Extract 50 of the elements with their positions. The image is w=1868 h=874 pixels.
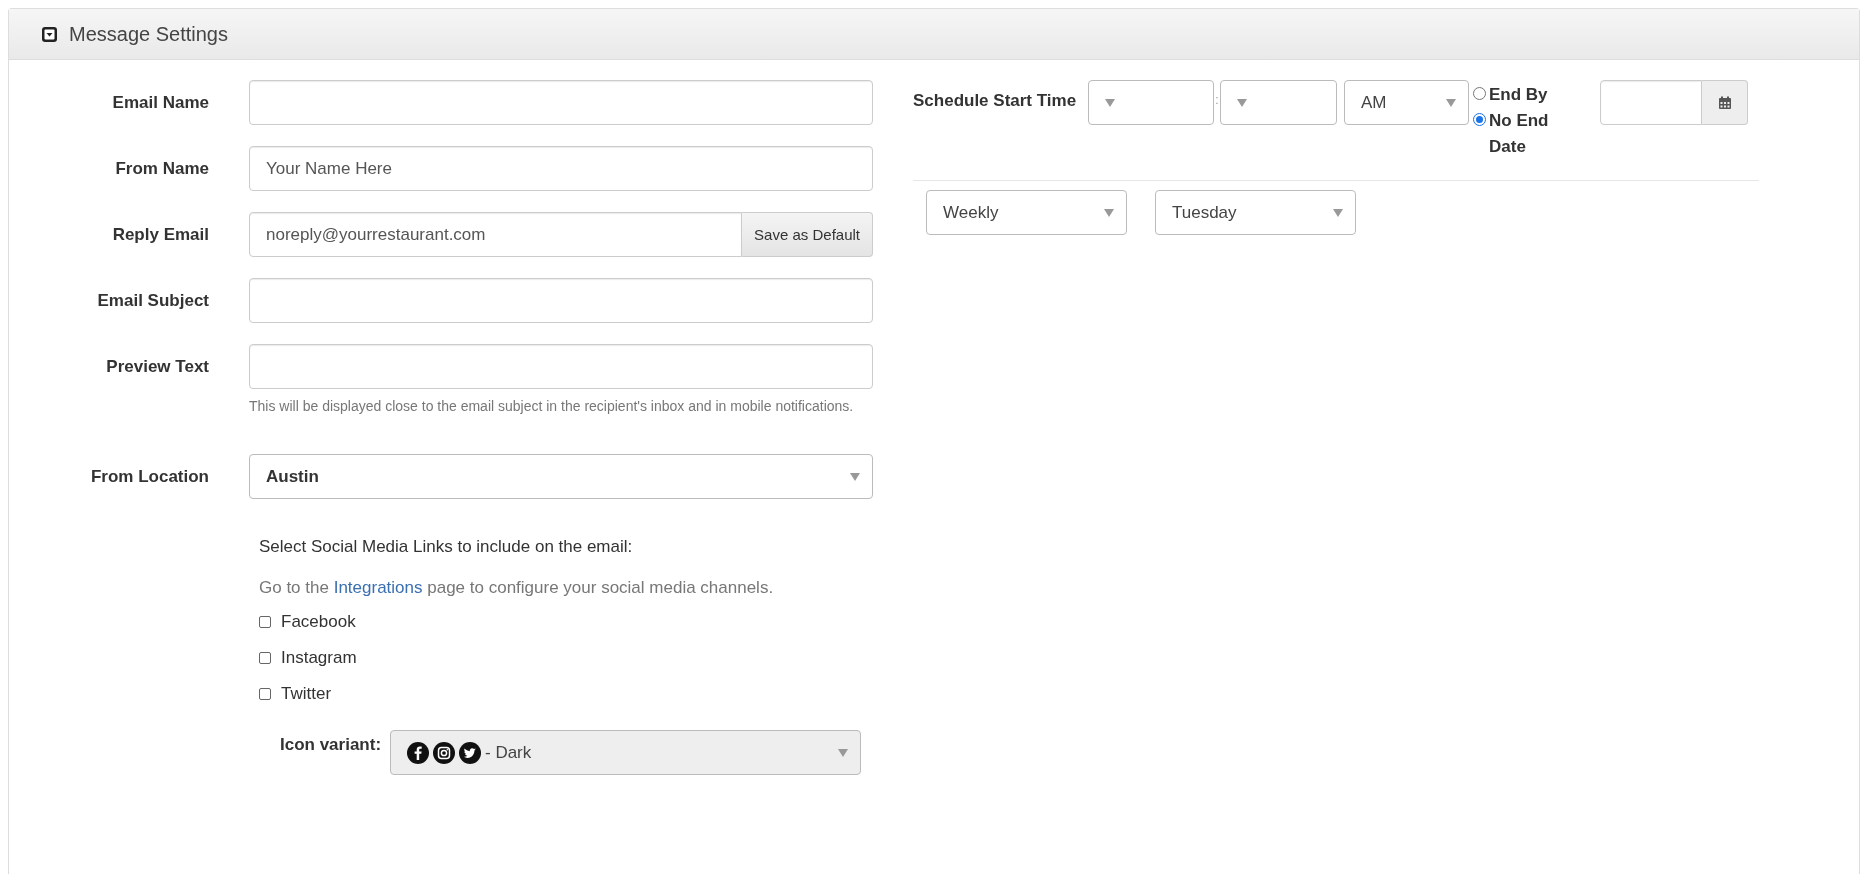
caret-icon <box>1104 208 1114 217</box>
recurrence-dropdown[interactable]: Weekly <box>926 190 1127 235</box>
email-field[interactable]: noreply@yourrestaurant.com <box>249 212 743 257</box>
calendar-button[interactable] <box>1702 80 1748 125</box>
recurrence-dropdown[interactable]: Tuesday <box>1155 190 1356 235</box>
twitter-icon <box>459 741 481 764</box>
checkbox[interactable] <box>259 652 271 664</box>
help-text: This will be displayed close to the email subject in the recipient's inbox and in mobile notifications. <box>249 397 855 416</box>
caret-icon <box>1105 98 1115 107</box>
text-field[interactable]: Your Name Here <box>249 146 873 191</box>
radio-button[interactable] <box>1473 87 1486 100</box>
save-default-button[interactable]: Save as Default <box>742 212 873 257</box>
radio-button[interactable] <box>1473 113 1486 126</box>
caret-icon <box>1446 98 1456 107</box>
text-field[interactable] <box>249 344 873 389</box>
text-field[interactable] <box>249 278 873 323</box>
field-label: Schedule Start Time <box>913 90 1078 112</box>
checkbox-label[interactable]: Instagram <box>281 648 357 668</box>
caret-icon <box>850 472 860 481</box>
checkbox[interactable] <box>259 688 271 700</box>
caret-icon <box>1237 98 1247 107</box>
checkbox-label[interactable]: Twitter <box>281 684 332 704</box>
ampm-dropdown[interactable]: AM <box>1344 80 1469 125</box>
field-label: Preview Text <box>106 356 209 378</box>
panel-title: Message Settings <box>69 22 228 46</box>
checkbox[interactable] <box>259 616 271 628</box>
field-label: Icon variant: <box>280 734 383 756</box>
integrations-note: Go to the Integrations page to configure your social media channels. <box>259 577 775 599</box>
location-dropdown[interactable]: Austin <box>249 454 873 499</box>
text-field[interactable] <box>249 80 873 125</box>
icon-variant-dropdown[interactable]: - Dark <box>390 730 861 775</box>
integrations-link[interactable]: Integrations <box>333 578 423 597</box>
checkbox-label[interactable]: Facebook <box>281 612 356 632</box>
radio-label[interactable]: End By <box>1489 82 1548 108</box>
field-label: Reply Email <box>112 224 209 246</box>
caret-icon <box>838 748 848 757</box>
social-instructions: Select Social Media Links to include on the email: <box>259 537 634 557</box>
field-label: Email Name <box>112 92 209 114</box>
facebook-icon <box>407 741 429 764</box>
calendar-icon <box>1717 95 1732 110</box>
collapse-icon[interactable] <box>42 26 57 42</box>
end-date-field[interactable] <box>1600 80 1702 125</box>
radio-label[interactable]: No End Date <box>1489 108 1580 160</box>
field-label: Email Subject <box>97 290 209 312</box>
field-label: From Location <box>90 466 209 488</box>
time-separator: : <box>1214 92 1220 107</box>
caret-icon <box>1333 208 1343 217</box>
panel-header[interactable]: Message Settings <box>9 9 1859 60</box>
instagram-icon <box>433 741 455 764</box>
field-label: From Name <box>115 158 209 180</box>
